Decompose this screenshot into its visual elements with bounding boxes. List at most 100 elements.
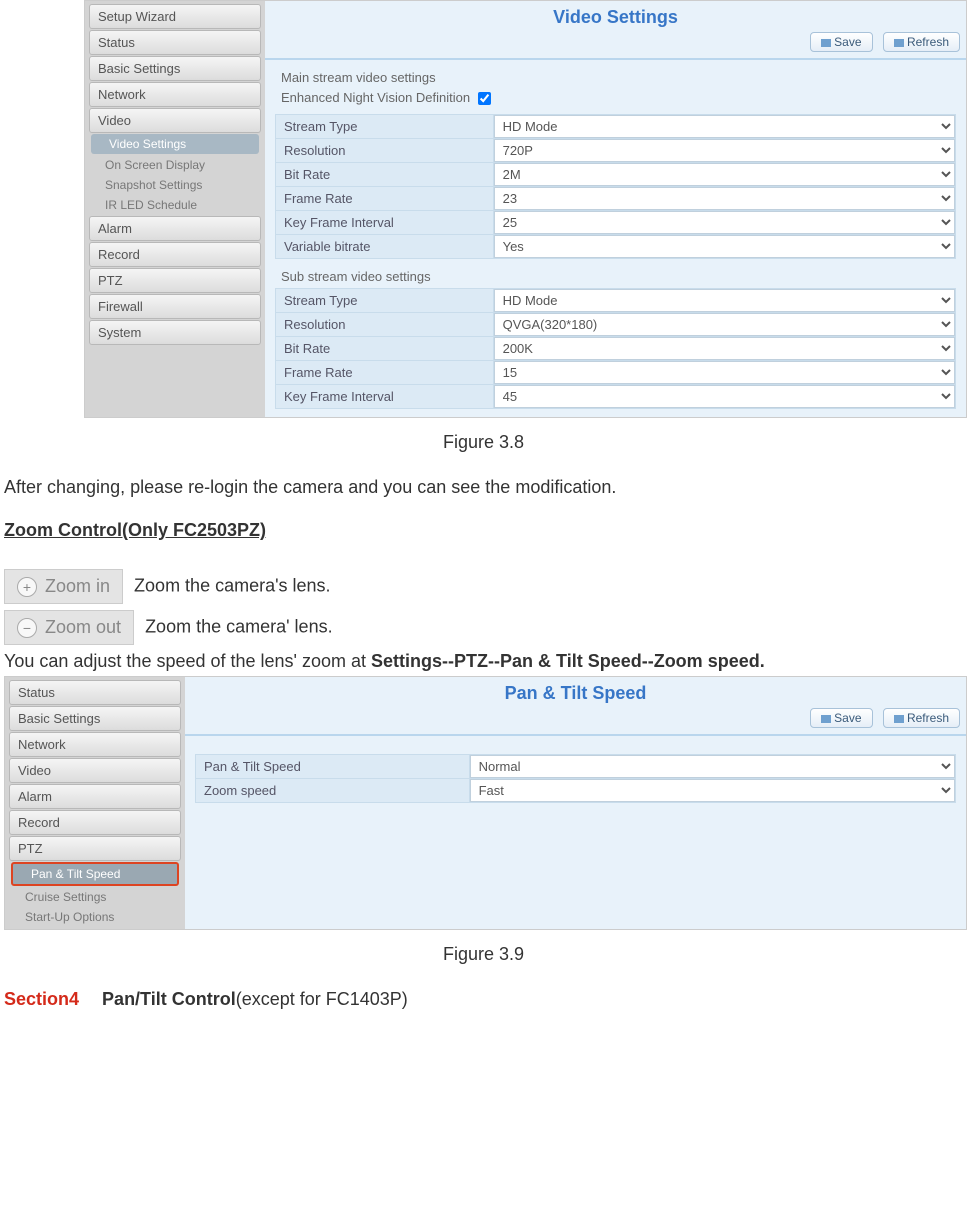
sub-frame-rate-select[interactable]: 15 [494,361,955,384]
figure-3-9-caption: Figure 3.9 [0,944,967,965]
pan-tilt-speed-select[interactable]: Normal [470,755,955,778]
sidebar-item-basic-settings-2[interactable]: Basic Settings [9,706,181,731]
section4-heading: Section4 Pan/Tilt Control(except for FC1… [4,989,963,1010]
sub-stream-type-select[interactable]: HD Mode [494,289,955,312]
sub-resolution-label: Resolution [276,313,494,337]
zoom-out-button[interactable]: − Zoom out [4,610,134,645]
main-bit-rate-label: Bit Rate [276,163,494,187]
sidebar-item-system[interactable]: System [89,320,261,345]
refresh-label: Refresh [907,35,949,49]
sidebar-item-ir-led-schedule[interactable]: IR LED Schedule [87,195,263,215]
zoom-in-button[interactable]: + Zoom in [4,569,123,604]
zoom-control-heading: Zoom Control(Only FC2503PZ) [4,520,963,541]
sub-bit-rate-label: Bit Rate [276,337,494,361]
main-panel: Video Settings Save Refresh Main stream … [265,1,966,417]
sidebar-item-ptz-2[interactable]: PTZ [9,836,181,861]
zoom-path-prefix: You can adjust the speed of the lens' zo… [4,651,371,671]
zoom-out-label: Zoom out [45,617,121,638]
sub-stream-type-label: Stream Type [276,289,494,313]
zoom-speed-path-text: You can adjust the speed of the lens' zo… [4,651,963,672]
main-stream-heading: Main stream video settings [281,70,966,85]
sidebar-item-video[interactable]: Video [89,108,261,133]
main-variable-bitrate-label: Variable bitrate [276,235,494,259]
save-button-2[interactable]: Save [810,708,872,728]
sub-key-frame-select[interactable]: 45 [494,385,955,408]
main-variable-bitrate-select[interactable]: Yes [494,235,955,258]
refresh-icon-2 [894,715,904,723]
enhanced-night-vision-checkbox[interactable] [478,92,491,105]
sidebar-item-video-2[interactable]: Video [9,758,181,783]
sidebar: Setup Wizard Status Basic Settings Netwo… [85,1,265,417]
zoom-in-label: Zoom in [45,576,110,597]
main-frame-rate-label: Frame Rate [276,187,494,211]
enhanced-night-vision-row: Enhanced Night Vision Definition [281,89,966,108]
ptz-table: Pan & Tilt SpeedNormal Zoom speedFast [195,754,956,803]
refresh-button-2[interactable]: Refresh [883,708,960,728]
zoom-path-bold: Settings--PTZ--Pan & Tilt Speed--Zoom sp… [371,651,765,671]
sidebar-item-record[interactable]: Record [89,242,261,267]
sub-frame-rate-label: Frame Rate [276,361,494,385]
sidebar-item-video-settings[interactable]: Video Settings [91,134,259,154]
save-label-2: Save [834,711,861,725]
refresh-label-2: Refresh [907,711,949,725]
sidebar-item-osd[interactable]: On Screen Display [87,155,263,175]
sidebar-item-pan-tilt-speed[interactable]: Pan & Tilt Speed [11,862,179,886]
refresh-button[interactable]: Refresh [883,32,960,52]
panel-title: Video Settings [265,1,966,30]
sidebar-item-record-2[interactable]: Record [9,810,181,835]
sidebar-item-basic-settings[interactable]: Basic Settings [89,56,261,81]
zoom-speed-select[interactable]: Fast [470,779,955,802]
enhanced-night-vision-label: Enhanced Night Vision Definition [281,90,470,105]
main-panel-ptz: Pan & Tilt Speed Save Refresh Pan & Tilt… [185,677,966,929]
save-button[interactable]: Save [810,32,872,52]
toolbar-ptz: Save Refresh [185,706,966,736]
save-icon [821,39,831,47]
main-resolution-select[interactable]: 720P [494,139,955,162]
section4-rest: (except for FC1403P) [236,989,408,1009]
sidebar-item-setup-wizard[interactable]: Setup Wizard [89,4,261,29]
sidebar-item-startup-options[interactable]: Start-Up Options [7,907,183,927]
main-frame-rate-select[interactable]: 23 [494,187,955,210]
sidebar-item-firewall[interactable]: Firewall [89,294,261,319]
zoom-out-row: − Zoom out Zoom the camera' lens. [4,610,963,645]
video-settings-screenshot: Setup Wizard Status Basic Settings Netwo… [84,0,967,418]
sub-resolution-select[interactable]: QVGA(320*180) [494,313,955,336]
zoom-out-description: Zoom the camera' lens. [145,616,333,636]
main-stream-table: Stream TypeHD Mode Resolution720P Bit Ra… [275,114,956,259]
save-icon-2 [821,715,831,723]
main-stream-type-select[interactable]: HD Mode [494,115,955,138]
pan-tilt-speed-label: Pan & Tilt Speed [196,755,470,779]
sidebar-item-alarm-2[interactable]: Alarm [9,784,181,809]
section4-label: Section4 [4,989,79,1009]
sub-stream-heading: Sub stream video settings [281,269,966,284]
sidebar-ptz: Status Basic Settings Network Video Alar… [5,677,185,929]
minus-icon: − [17,618,37,638]
sidebar-item-status-2[interactable]: Status [9,680,181,705]
sub-key-frame-label: Key Frame Interval [276,385,494,409]
sidebar-item-network-2[interactable]: Network [9,732,181,757]
sidebar-item-status[interactable]: Status [89,30,261,55]
sidebar-item-cruise-settings[interactable]: Cruise Settings [7,887,183,907]
sidebar-item-network[interactable]: Network [89,82,261,107]
section4-bold: Pan/Tilt Control [102,989,236,1009]
toolbar: Save Refresh [265,30,966,60]
sidebar-item-alarm[interactable]: Alarm [89,216,261,241]
save-label: Save [834,35,861,49]
pan-tilt-speed-screenshot: Status Basic Settings Network Video Alar… [4,676,967,930]
main-bit-rate-select[interactable]: 2M [494,163,955,186]
paragraph-relogin-note: After changing, please re-login the came… [4,477,963,498]
zoom-in-row: + Zoom in Zoom the camera's lens. [4,569,963,604]
plus-icon: + [17,577,37,597]
refresh-icon [894,39,904,47]
zoom-speed-label: Zoom speed [196,779,470,803]
main-key-frame-label: Key Frame Interval [276,211,494,235]
panel-title-ptz: Pan & Tilt Speed [185,677,966,706]
main-stream-type-label: Stream Type [276,115,494,139]
sub-bit-rate-select[interactable]: 200K [494,337,955,360]
zoom-in-description: Zoom the camera's lens. [134,575,331,595]
sidebar-item-ptz[interactable]: PTZ [89,268,261,293]
figure-3-8-caption: Figure 3.8 [0,432,967,453]
sidebar-item-snapshot-settings[interactable]: Snapshot Settings [87,175,263,195]
main-resolution-label: Resolution [276,139,494,163]
main-key-frame-select[interactable]: 25 [494,211,955,234]
